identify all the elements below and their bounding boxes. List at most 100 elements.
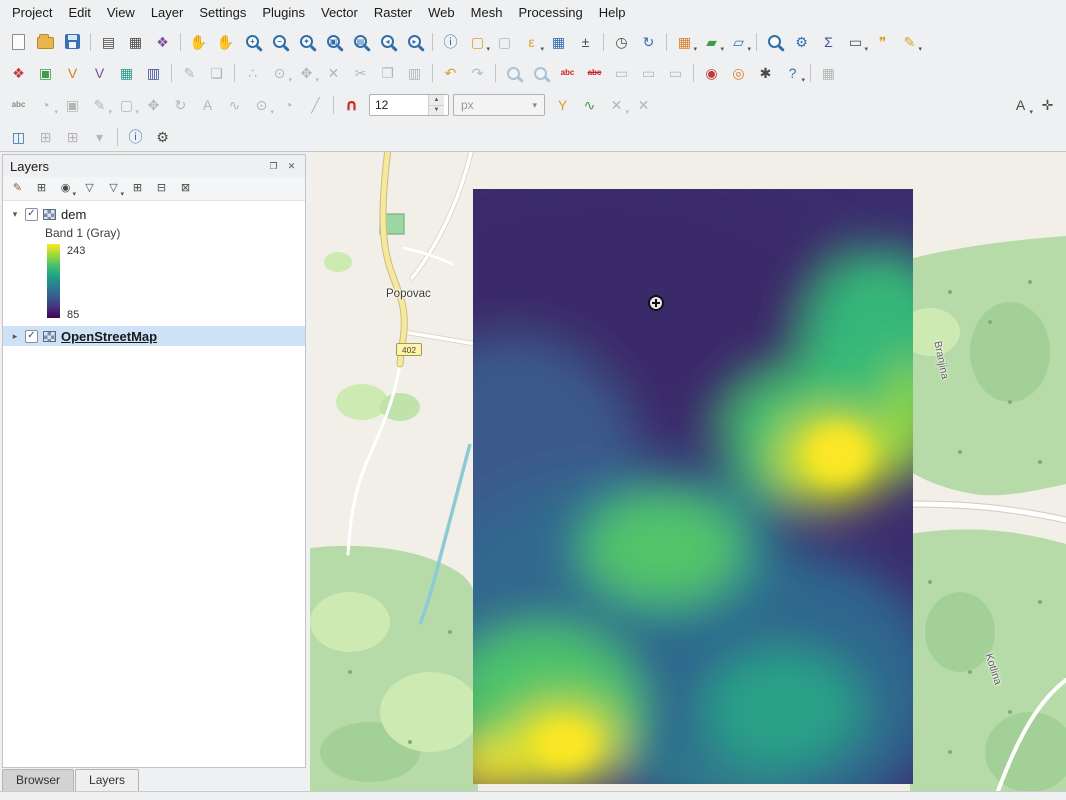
- vertex-tool-icon[interactable]: ⊙: [266, 61, 293, 85]
- curved-label-icon[interactable]: ∿: [221, 93, 248, 117]
- layer-name-dem[interactable]: dem: [61, 207, 86, 222]
- copy-features-icon[interactable]: ❐: [374, 61, 401, 85]
- layer-checkbox-osm[interactable]: ✓: [25, 330, 38, 343]
- menu-vector[interactable]: Vector: [313, 2, 366, 23]
- menu-processing[interactable]: Processing: [510, 2, 590, 23]
- expander-icon[interactable]: ▸: [10, 331, 20, 342]
- filter-expression-icon[interactable]: ▽: [102, 179, 125, 199]
- identify-features-icon[interactable]: ⓘ: [437, 30, 464, 54]
- label-visibility-icon[interactable]: abc: [581, 61, 608, 85]
- panel-grid-icon[interactable]: ▦: [815, 61, 842, 85]
- expand-all-icon[interactable]: ⊞: [126, 179, 149, 199]
- add-group-icon[interactable]: ⊞: [30, 179, 53, 199]
- zoom-to-selection-icon[interactable]: ▣: [320, 30, 347, 54]
- show-unplaced-labels-icon[interactable]: abc: [554, 61, 581, 85]
- pan-map-icon[interactable]: ✋: [185, 30, 212, 54]
- layer-row-dem[interactable]: ▾ ✓ dem: [3, 204, 305, 224]
- highlight-pinned-labels-icon[interactable]: ▣: [59, 93, 86, 117]
- open-attribute-table-icon[interactable]: ▦: [545, 30, 572, 54]
- callout-tool-icon[interactable]: ╱: [302, 93, 329, 117]
- filter-legend-icon[interactable]: ▽: [78, 179, 101, 199]
- menu-plugins[interactable]: Plugins: [254, 2, 313, 23]
- layer-diagram-options-icon[interactable]: ◔: [32, 93, 59, 117]
- zoom-out-icon[interactable]: −: [266, 30, 293, 54]
- menu-help[interactable]: Help: [591, 2, 634, 23]
- statistics-icon[interactable]: Σ: [815, 30, 842, 54]
- save-project-icon[interactable]: [59, 30, 86, 54]
- zoom-last-icon[interactable]: ◂: [374, 30, 401, 54]
- change-label-icon[interactable]: A: [194, 93, 221, 117]
- close-panel-icon[interactable]: ✕: [285, 161, 298, 172]
- select-by-expression-icon[interactable]: ε: [518, 30, 545, 54]
- add-mesh-layer-icon[interactable]: ▱: [725, 30, 752, 54]
- mesh-digitize-icon[interactable]: ⊞: [32, 125, 59, 149]
- rotate-label-icon[interactable]: ↻: [167, 93, 194, 117]
- temporal-controller-icon[interactable]: ◷: [608, 30, 635, 54]
- toggle-editing-icon[interactable]: ✎: [176, 61, 203, 85]
- remove-layer-icon[interactable]: ⊠: [174, 179, 197, 199]
- plugin-bug-icon[interactable]: ✱: [752, 61, 779, 85]
- text-annotation-icon[interactable]: A: [1007, 93, 1034, 117]
- menu-edit[interactable]: Edit: [60, 2, 98, 23]
- snapping-intersection-icon[interactable]: ✕: [630, 93, 657, 117]
- layer-checkbox-dem[interactable]: ✓: [25, 208, 38, 221]
- deselect-features-icon[interactable]: ▢: [491, 30, 518, 54]
- window-layout-icon[interactable]: ◫: [5, 125, 32, 149]
- zoom-full-icon[interactable]: ✦: [293, 30, 320, 54]
- menu-view[interactable]: View: [99, 2, 143, 23]
- new-spatialite-layer-icon[interactable]: V: [86, 61, 113, 85]
- move-label-icon[interactable]: ✥: [140, 93, 167, 117]
- layer-name-openstreetmap[interactable]: OpenStreetMap: [61, 329, 157, 344]
- cut-features-icon[interactable]: ✂: [347, 61, 374, 85]
- pin-labels-icon[interactable]: ✎: [86, 93, 113, 117]
- menu-layer[interactable]: Layer: [143, 2, 192, 23]
- expander-icon[interactable]: ▾: [10, 209, 20, 220]
- layer-labeling-options-icon[interactable]: abc: [5, 93, 32, 117]
- pan-to-selected-icon[interactable]: [500, 61, 527, 85]
- select-features-icon[interactable]: ▢: [464, 30, 491, 54]
- style-manager-icon[interactable]: ❖: [149, 30, 176, 54]
- measure-icon[interactable]: ▭: [842, 30, 869, 54]
- snapping-tolerance-spinbox[interactable]: ▲▼: [369, 94, 449, 116]
- move-feature-icon[interactable]: ✥: [293, 61, 320, 85]
- decoration-icon[interactable]: ▭: [635, 61, 662, 85]
- new-mesh-layer-icon[interactable]: ▦: [113, 61, 140, 85]
- menu-project[interactable]: Project: [4, 2, 60, 23]
- mesh-options-icon[interactable]: ▾: [86, 125, 113, 149]
- metasearch-icon[interactable]: ⓘ: [122, 125, 149, 149]
- mesh-select-icon[interactable]: ⊞: [59, 125, 86, 149]
- menu-settings[interactable]: Settings: [191, 2, 254, 23]
- collapse-all-icon[interactable]: ⊟: [150, 179, 173, 199]
- spin-up-icon[interactable]: ▲: [429, 95, 444, 105]
- pan-to-selection-icon[interactable]: ✋: [212, 30, 239, 54]
- open-project-icon[interactable]: [32, 30, 59, 54]
- layer-row-openstreetmap[interactable]: ▸ ✓ OpenStreetMap: [3, 326, 305, 346]
- topological-editing-icon[interactable]: Y: [549, 93, 576, 117]
- annotation-icon[interactable]: ✎: [896, 30, 923, 54]
- refresh-map-icon[interactable]: ↻: [635, 30, 662, 54]
- label-anchor-icon[interactable]: ⊙: [248, 93, 275, 117]
- help-contents-icon[interactable]: ?: [779, 61, 806, 85]
- osm-search-icon[interactable]: ◎: [725, 61, 752, 85]
- add-feature-icon[interactable]: ∴: [239, 61, 266, 85]
- delete-selected-icon[interactable]: ✕: [320, 61, 347, 85]
- snapping-tolerance-input[interactable]: [370, 95, 428, 115]
- menu-mesh[interactable]: Mesh: [463, 2, 511, 23]
- copy-print-icon[interactable]: ▭: [662, 61, 689, 85]
- spinbox-steppers[interactable]: ▲▼: [428, 95, 444, 115]
- zoom-in-icon[interactable]: +: [239, 30, 266, 54]
- preview-mode-icon[interactable]: ▭: [608, 61, 635, 85]
- diagram-tool-icon[interactable]: ◔: [275, 93, 302, 117]
- zoom-to-selected-icon[interactable]: [527, 61, 554, 85]
- undo-icon[interactable]: ↶: [437, 61, 464, 85]
- new-shapefile-layer-icon[interactable]: V: [59, 61, 86, 85]
- menu-raster[interactable]: Raster: [366, 2, 420, 23]
- enable-snapping-icon[interactable]: ∪: [338, 93, 365, 117]
- zoom-next-icon[interactable]: ▸: [401, 30, 428, 54]
- add-vector-layer-icon[interactable]: ▰: [698, 30, 725, 54]
- menu-web[interactable]: Web: [420, 2, 463, 23]
- layout-manager-icon[interactable]: ▦: [122, 30, 149, 54]
- tracing-icon[interactable]: ∿: [576, 93, 603, 117]
- new-geopackage-icon[interactable]: ▣: [32, 61, 59, 85]
- manage-themes-icon[interactable]: ◉: [54, 179, 77, 199]
